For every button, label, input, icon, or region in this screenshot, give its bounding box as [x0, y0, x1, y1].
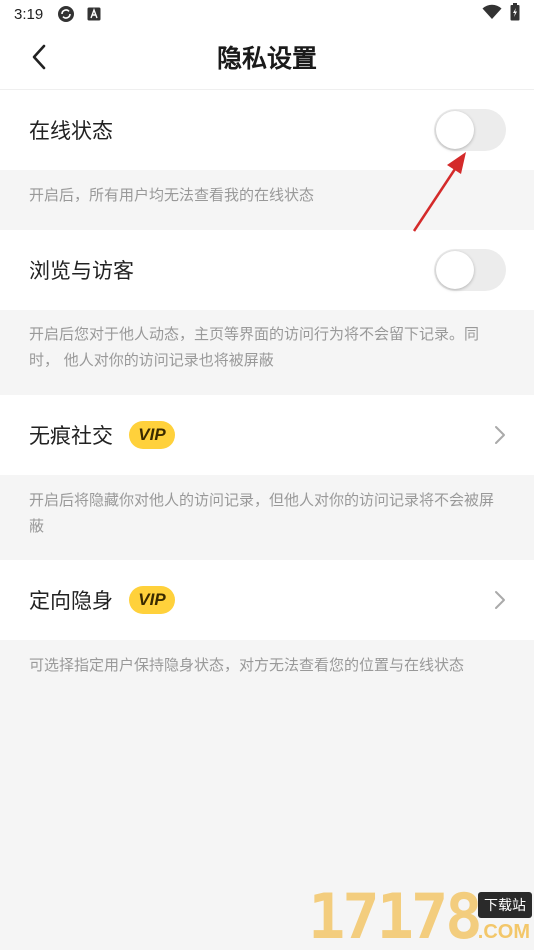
setting-row-targeted-invisible[interactable]: 定向隐身 VIP [0, 560, 534, 640]
setting-label: 浏览与访客 [29, 259, 134, 283]
watermark-logo: 17178 下载站 .COM [308, 884, 534, 950]
setting-label: 在线状态 [29, 119, 113, 143]
sync-icon [57, 5, 75, 23]
toggle-knob [436, 251, 474, 289]
watermark-tag: 下载站 [478, 892, 532, 918]
nav-bar: 隐私设置 [0, 28, 534, 90]
vip-badge: VIP [129, 586, 175, 614]
wifi-icon [482, 4, 502, 24]
setting-description: 开启后将隐藏你对他人的访问记录，但他人对你的访问记录将不会被屏蔽 [29, 491, 495, 535]
chevron-right-icon [494, 425, 506, 445]
battery-icon [510, 3, 520, 25]
watermark-suffix: .COM [477, 921, 530, 943]
status-bar: 3:19 [0, 0, 534, 28]
setting-row-online-status: 在线状态 [0, 90, 534, 170]
chevron-right-icon [494, 590, 506, 610]
setting-description: 开启后您对于他人动态，主页等界面的访问行为将不会留下记录。同时， 他人对你的访问… [29, 325, 480, 369]
page-title: 隐私设置 [216, 44, 317, 73]
setting-row-traceless-social[interactable]: 无痕社交 VIP [0, 395, 534, 475]
setting-description: 开启后，所有用户均无法查看我的在线状态 [29, 186, 315, 204]
toggle-knob [436, 111, 474, 149]
setting-row-browse-visitors: 浏览与访客 [0, 230, 534, 310]
setting-description: 可选择指定用户保持隐身状态，对方无法查看您的位置与在线状态 [29, 656, 465, 674]
online-status-toggle[interactable] [434, 109, 506, 151]
a-badge-icon [87, 7, 101, 21]
setting-label: 定向隐身 [29, 589, 113, 613]
vip-badge: VIP [129, 421, 175, 449]
watermark-number: 17178 [308, 880, 483, 950]
setting-label: 无痕社交 [29, 424, 113, 448]
status-time: 3:19 [14, 5, 44, 23]
browse-visitors-toggle[interactable] [434, 249, 506, 291]
